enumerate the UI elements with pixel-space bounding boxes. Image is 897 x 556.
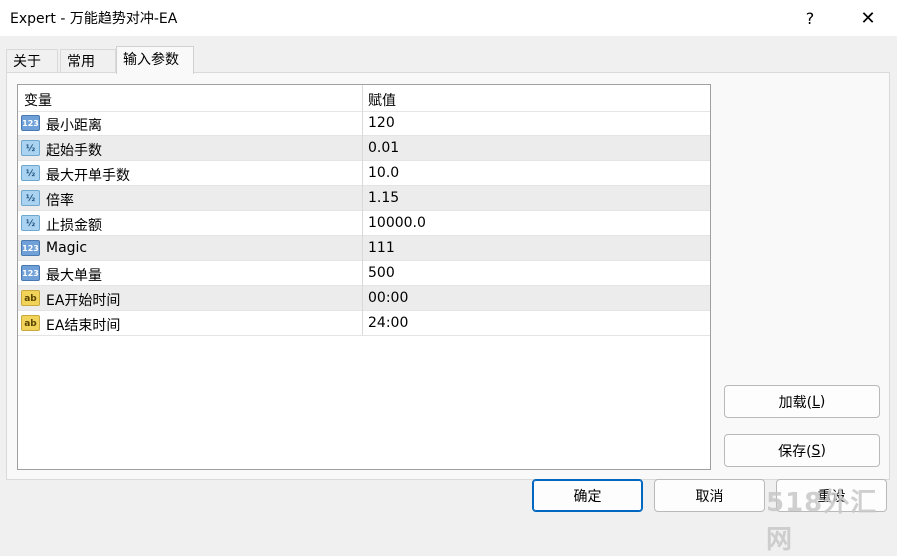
table-row[interactable]: ½ 止损金额 10000.0 [18, 211, 710, 236]
int-type-icon: 123 [21, 115, 40, 131]
param-name: 起始手数 [46, 143, 102, 159]
param-name: 最大单量 [46, 268, 102, 284]
param-name: 倍率 [46, 193, 74, 209]
string-type-icon: ab [21, 290, 40, 306]
double-type-icon: ½ [21, 165, 40, 181]
cancel-button[interactable]: 取消 [654, 479, 765, 512]
table-row[interactable]: ab EA开始时间 00:00 [18, 286, 710, 311]
load-button-hotkey: L [812, 393, 820, 410]
param-value[interactable]: 1.15 [368, 190, 399, 206]
header-value[interactable]: 赋值 [368, 90, 396, 110]
load-button-suffix: ) [819, 393, 826, 410]
string-type-icon: ab [21, 315, 40, 331]
param-value[interactable]: 0.01 [368, 140, 399, 156]
table-row[interactable]: 123 最小距离 120 [18, 111, 710, 136]
close-button[interactable]: ✕ [850, 4, 886, 32]
table-row[interactable]: 123 最大单量 500 [18, 261, 710, 286]
param-value[interactable]: 10.0 [368, 165, 399, 181]
param-name: EA结束时间 [46, 318, 121, 334]
title-bar: Expert - 万能趋势对冲-EA ? ✕ [0, 0, 897, 36]
save-button-suffix: ) [820, 442, 826, 459]
grid-header: 变量 赋值 [18, 85, 710, 112]
load-button[interactable]: 加载(L) [724, 385, 880, 418]
param-name: Magic [46, 240, 88, 256]
help-button[interactable]: ? [792, 4, 828, 32]
int-type-icon: 123 [21, 240, 40, 256]
table-row[interactable]: 123 Magic 111 [18, 236, 710, 261]
tab-inputs[interactable]: 输入参数 [116, 46, 194, 74]
load-button-label: 加载( [778, 394, 813, 411]
param-value[interactable]: 500 [368, 265, 395, 281]
parameters-grid: 变量 赋值 123 最小距离 120 ½ 起始手数 0.01 ½ 最大开单手数 … [17, 84, 711, 470]
double-type-icon: ½ [21, 190, 40, 206]
watermark-logo: 518外汇网 [766, 488, 878, 555]
save-button-hotkey: S [811, 442, 821, 459]
param-name: EA开始时间 [46, 293, 121, 309]
tab-about[interactable]: 关于 [6, 49, 58, 73]
column-divider[interactable] [362, 85, 363, 335]
header-variable[interactable]: 变量 [24, 90, 52, 110]
param-name: 最大开单手数 [46, 168, 130, 184]
table-row[interactable]: ½ 起始手数 0.01 [18, 136, 710, 161]
int-type-icon: 123 [21, 265, 40, 281]
save-button-label: 保存( [778, 443, 812, 460]
param-value[interactable]: 111 [368, 240, 395, 256]
table-row[interactable]: ab EA结束时间 24:00 [18, 311, 710, 336]
param-value[interactable]: 00:00 [368, 290, 408, 306]
table-row[interactable]: ½ 倍率 1.15 [18, 186, 710, 211]
double-type-icon: ½ [21, 215, 40, 231]
param-value[interactable]: 10000.0 [368, 215, 426, 231]
ok-button[interactable]: 确定 [532, 479, 643, 512]
param-name: 止损金额 [46, 218, 102, 234]
save-button[interactable]: 保存(S) [724, 434, 880, 467]
tab-common[interactable]: 常用 [60, 49, 116, 73]
param-value[interactable]: 120 [368, 115, 395, 131]
double-type-icon: ½ [21, 140, 40, 156]
table-row[interactable]: ½ 最大开单手数 10.0 [18, 161, 710, 186]
param-name: 最小距离 [46, 118, 102, 134]
param-value[interactable]: 24:00 [368, 315, 408, 331]
window-title: Expert - 万能趋势对冲-EA [10, 11, 178, 27]
